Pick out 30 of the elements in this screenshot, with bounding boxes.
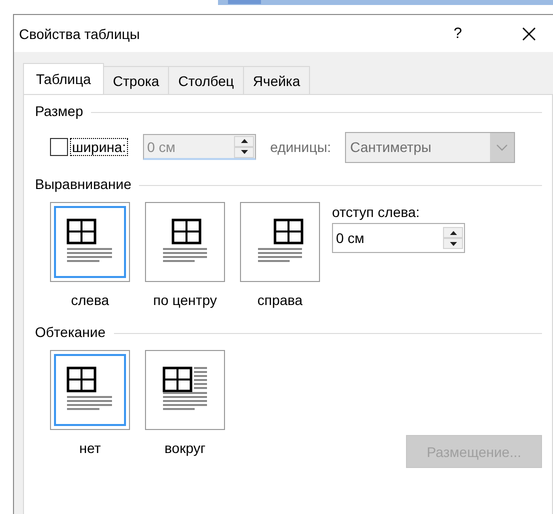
layout-option[interactable]	[50, 202, 130, 282]
layout-option[interactable]	[50, 350, 130, 430]
checkbox[interactable]	[50, 138, 68, 156]
tab[interactable]: Ячейка	[242, 66, 310, 94]
option-label: нет	[79, 440, 101, 456]
tab[interactable]: Таблица	[23, 63, 104, 94]
spin-down-button[interactable]	[443, 238, 463, 249]
option-label: вокруг	[164, 440, 206, 456]
option-label: слева	[70, 292, 110, 308]
input-field[interactable]: 0 см	[332, 223, 465, 253]
caret-up-icon	[240, 139, 248, 143]
caret-down-icon	[240, 150, 248, 154]
layout-option[interactable]	[240, 202, 320, 282]
spin-up-button[interactable]	[443, 227, 463, 238]
caret-up-icon	[450, 230, 456, 234]
window-title: Свойства таблицы	[19, 26, 141, 42]
field-label: единицы:	[270, 139, 332, 155]
layout-option[interactable]	[145, 202, 225, 282]
section-heading: Размер	[35, 103, 84, 119]
section-heading: Обтекание	[35, 324, 106, 340]
field-label: отступ слева:	[332, 204, 421, 220]
close-icon	[522, 26, 536, 40]
help-button[interactable]: ?	[448, 25, 468, 42]
caret-down-icon	[450, 242, 456, 246]
section-heading: Выравнивание	[35, 176, 132, 192]
checkbox-label[interactable]: ширина:	[70, 138, 128, 156]
layout-option[interactable]	[145, 350, 225, 430]
option-label: по центру	[153, 292, 217, 308]
option-label: справа	[257, 292, 303, 308]
chevron-down-icon	[496, 144, 508, 150]
